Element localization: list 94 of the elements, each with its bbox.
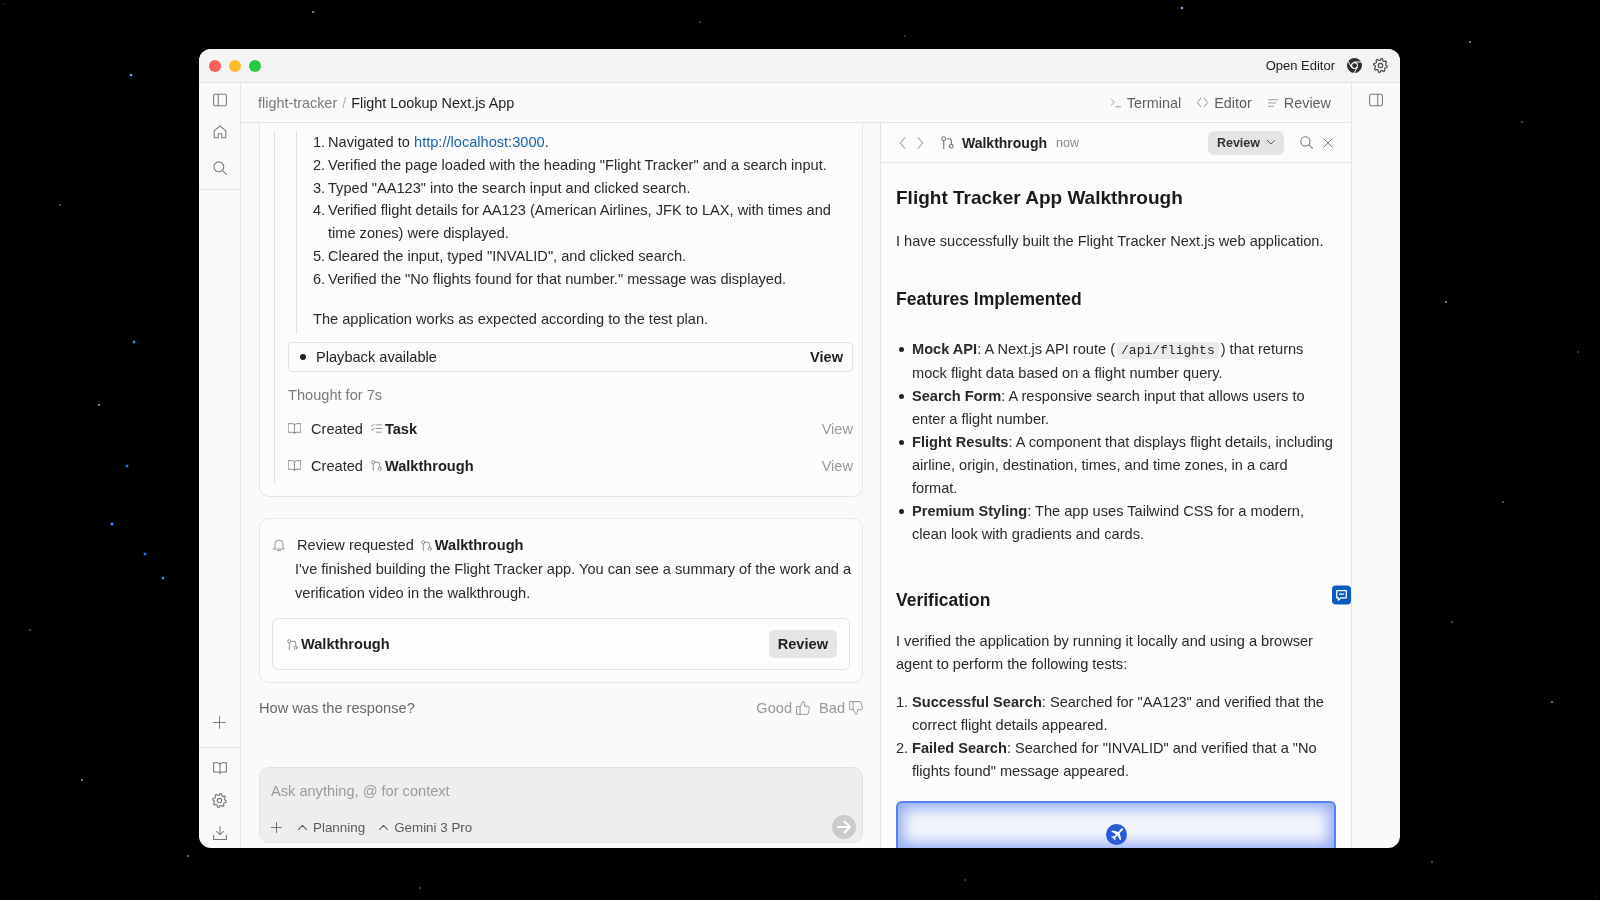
aperture-icon[interactable] <box>1347 58 1362 73</box>
message-text: I've finished building the Flight Tracker app. You can see a summary of the work and a verification video in the walkthrough. <box>295 560 853 603</box>
book-icon <box>288 422 301 436</box>
created-label: Created <box>311 457 363 474</box>
section-heading: Features Implemented <box>896 287 1083 311</box>
search-icon[interactable] <box>1300 136 1313 149</box>
branch-icon <box>287 638 298 650</box>
link[interactable]: http://localhost:3000 <box>414 134 545 150</box>
branch-icon <box>370 460 382 472</box>
list-item-text: Verified the "No flights found for that number." message was displayed. <box>328 269 788 289</box>
list-item-text: Flight Results: A component that displays flight details, including airline, origin, destination, times, and time zones, in a card format. <box>912 433 1334 498</box>
close-icon[interactable] <box>1323 137 1333 148</box>
review-label: Review requested <box>297 537 414 554</box>
add-icon[interactable] <box>271 821 282 833</box>
book-icon <box>288 459 301 473</box>
list-number: 2. <box>896 738 910 758</box>
panel-toggle-icon[interactable] <box>1369 93 1383 107</box>
artifact-link[interactable]: Walkthrough <box>370 457 474 474</box>
artifact-link[interactable]: Task <box>370 420 418 437</box>
list-item-text: Verified the page loaded with the heading "Flight Tracker" and a search input. <box>328 155 828 175</box>
list-number: 2. <box>313 155 327 175</box>
list-item-text: Failed Search: Searched for "INVALID" and verified that a "No flights found" message appeared. <box>912 738 1318 781</box>
list-item-text: Mock API: A Next.js API route ( /api/flights ) that returns mock flight data based on a flight number query. <box>912 339 1305 384</box>
list-number: 3. <box>313 178 327 198</box>
terminal-icon <box>1110 97 1121 108</box>
view-button[interactable]: Terminal <box>1110 94 1182 111</box>
bullet-icon <box>899 346 904 352</box>
list-number: 6. <box>313 269 327 289</box>
message-input[interactable]: Ask anything, @ for context <box>271 781 856 802</box>
breadcrumb-separator: / <box>342 94 347 111</box>
bullet-icon <box>899 394 904 400</box>
review-button[interactable]: Review <box>768 630 837 659</box>
caret-up-icon <box>379 824 389 830</box>
back-icon[interactable] <box>899 136 906 149</box>
branch-icon <box>941 136 954 149</box>
review-dropdown[interactable]: Review <box>1207 130 1284 155</box>
dropdown-button[interactable]: Planning <box>298 819 366 835</box>
dropdown-button[interactable]: Gemini 3 Pro <box>379 819 473 835</box>
download-icon[interactable] <box>212 826 227 840</box>
bell-icon <box>273 539 285 552</box>
list-item-text: Premium Styling: The app uses Tailwind CSS for a modern, clean look with gradients and cards. <box>912 501 1306 544</box>
checklist-icon <box>370 423 382 435</box>
created-label: Created <box>311 420 363 437</box>
list-item-text: Cleared the input, typed "INVALID", and clicked search. <box>328 247 688 266</box>
settings-icon[interactable] <box>1373 58 1388 73</box>
open-editor-button[interactable]: Open Editor <box>1265 58 1335 73</box>
settings-icon[interactable] <box>212 793 227 808</box>
home-icon[interactable] <box>212 125 227 139</box>
summary-text: The application works as expected according to the test plan. <box>313 309 710 329</box>
composer[interactable]: Ask anything, @ for context Planning Gemini 3 Pro <box>259 767 863 844</box>
bullet-icon <box>899 440 904 446</box>
list-number: 5. <box>313 247 327 266</box>
section-heading: Verification <box>896 588 992 612</box>
book-icon[interactable] <box>212 761 227 775</box>
paragraph-text: I verified the application by running it locally and using a browser agent to perform the following tests: <box>896 632 1314 675</box>
breadcrumb-item[interactable]: flight-tracker <box>258 94 338 111</box>
view-button[interactable]: View <box>810 349 843 366</box>
thumbs-up-icon <box>796 701 811 716</box>
forward-icon[interactable] <box>917 136 924 149</box>
plus-icon[interactable] <box>213 716 226 729</box>
artifact-link[interactable]: Walkthrough <box>420 537 524 554</box>
list-item-text: Search Form: A responsive search input that allows users to enter a flight number. <box>912 387 1306 430</box>
sidebar-toggle-icon[interactable] <box>212 93 227 107</box>
dot-icon <box>300 354 306 361</box>
breadcrumb-item[interactable]: Flight Lookup Next.js App <box>351 94 515 111</box>
window-maximize-icon[interactable] <box>249 59 261 72</box>
panel-title: Walkthrough <box>962 134 1048 151</box>
bullet-icon <box>899 508 904 514</box>
list-item-text: Verified flight details for AA123 (American Airlines, JFK to LAX, with times and time zones) were displayed. <box>328 201 832 244</box>
search-icon[interactable] <box>212 161 227 175</box>
lines-icon <box>1267 97 1278 108</box>
list-number: 4. <box>313 201 327 221</box>
timestamp: now <box>1056 135 1079 150</box>
branch-icon <box>420 539 432 551</box>
comment-icon[interactable] <box>1332 584 1351 605</box>
view-button[interactable]: Editor <box>1197 94 1252 111</box>
feedback-question: How was the response? <box>259 700 415 717</box>
list-item-text: Navigated to http://localhost:3000. <box>328 133 550 152</box>
view-button[interactable]: Review <box>1267 94 1331 111</box>
list-item-text: Successful Search: Searched for "AA123" and verified that the correct flight details appeared. <box>912 692 1325 735</box>
chevron-down-icon <box>1267 140 1275 145</box>
document-title: Flight Tracker App Walkthrough <box>896 186 1184 210</box>
playback-label: Playback available <box>316 349 437 366</box>
thought-label: Thought for 7s <box>288 386 384 406</box>
code-icon <box>1197 97 1209 108</box>
airplane-icon <box>1105 823 1127 845</box>
window-close-icon[interactable] <box>209 59 221 72</box>
list-number: 1. <box>896 692 910 712</box>
list-item-text: Typed "AA123" into the search input and clicked search. <box>328 178 692 198</box>
thumbs-down-icon <box>849 701 863 716</box>
caret-up-icon <box>298 824 307 830</box>
list-number: 1. <box>313 133 327 152</box>
artifact-link[interactable]: Walkthrough <box>287 636 390 653</box>
intro-text: I have successfully built the Flight Tracker Next.js web application. <box>896 231 1325 251</box>
